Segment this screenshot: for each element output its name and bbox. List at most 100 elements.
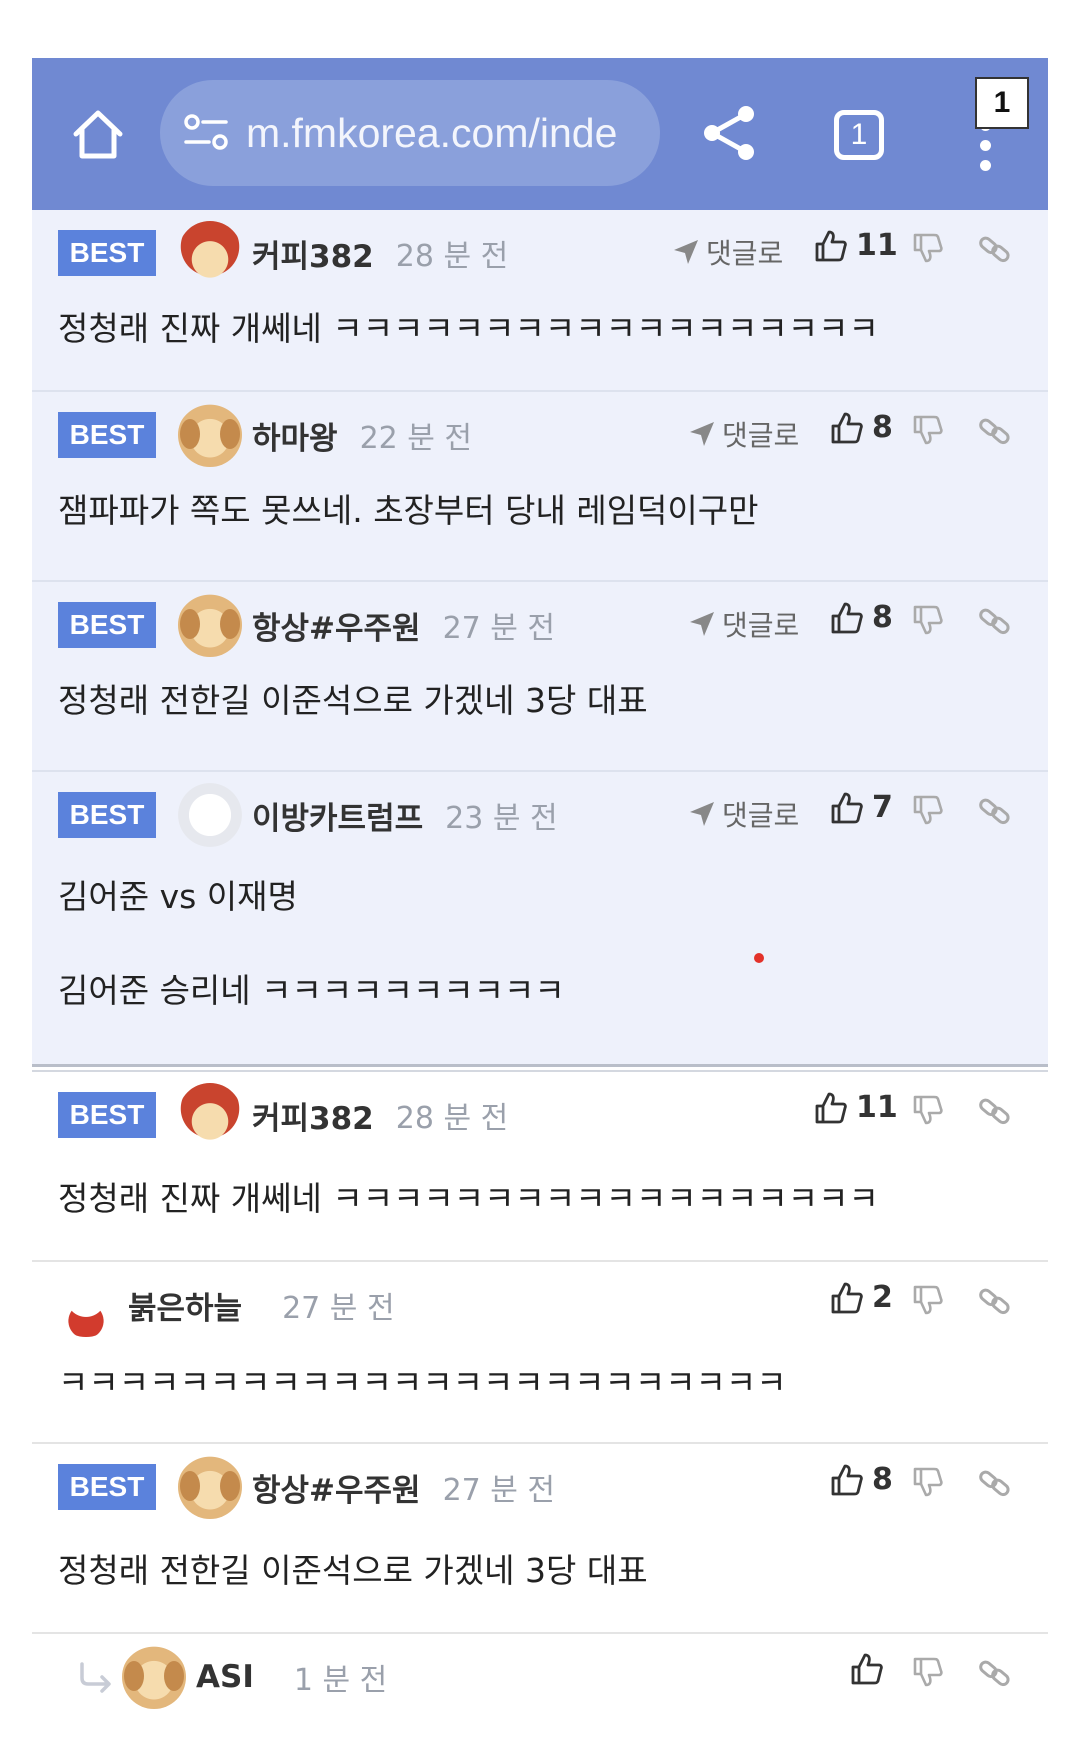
nickname[interactable]: 이방카트럼프 bbox=[252, 793, 423, 838]
reply-button[interactable]: 댓글로 bbox=[688, 414, 799, 454]
like-count: 8 bbox=[872, 1462, 893, 1497]
comment-item: BEST 이방카트럼프 23 분 전 댓글로 7 김어준 vs 이재명 김어준 … bbox=[32, 772, 1048, 1064]
thumbs-up-icon bbox=[815, 230, 847, 261]
thumbs-down-icon[interactable] bbox=[912, 604, 944, 636]
paper-plane-icon bbox=[690, 422, 714, 446]
thumbs-up-icon bbox=[831, 1282, 863, 1313]
nickname[interactable]: 커피382 bbox=[252, 1093, 374, 1138]
thumbs-up-icon bbox=[831, 1464, 863, 1495]
thumbs-up-icon bbox=[831, 602, 863, 633]
best-badge: BEST bbox=[58, 230, 156, 276]
reply-button[interactable]: 댓글로 bbox=[688, 794, 799, 834]
like-count: 2 bbox=[872, 1280, 893, 1315]
best-badge: BEST bbox=[58, 1464, 156, 1510]
thumbs-down-icon[interactable] bbox=[912, 1094, 944, 1126]
comment-item: BEST 커피382 28 분 전 댓글로 11 정청래 진짜 개쎄네 ㅋㅋㅋㅋ… bbox=[32, 210, 1048, 392]
reply-button[interactable]: 댓글로 bbox=[688, 604, 799, 644]
address-bar[interactable]: m.fmkorea.com/inde bbox=[160, 80, 660, 186]
timestamp: 28 분 전 bbox=[395, 1101, 509, 1136]
link-icon[interactable] bbox=[978, 1284, 1012, 1318]
comment-item: BEST 커피382 28 분 전 11 정청래 진짜 개쎄네 ㅋㅋㅋㅋㅋㅋㅋㅋ… bbox=[32, 1072, 1048, 1262]
url-text: m.fmkorea.com/inde bbox=[246, 109, 618, 156]
avatar[interactable] bbox=[178, 783, 242, 847]
timestamp: 27 분 전 bbox=[442, 611, 556, 646]
avatar[interactable] bbox=[122, 1645, 186, 1709]
link-icon[interactable] bbox=[978, 794, 1012, 828]
tabs-button[interactable]: 1 bbox=[834, 110, 884, 160]
link-icon[interactable] bbox=[978, 1094, 1012, 1128]
avatar[interactable] bbox=[178, 1083, 242, 1147]
nickname[interactable]: 하마왕 bbox=[252, 413, 338, 458]
reply-label: 댓글로 bbox=[722, 419, 800, 452]
paper-plane-icon bbox=[674, 240, 698, 264]
timestamp: 28 분 전 bbox=[395, 239, 509, 274]
best-badge: BEST bbox=[58, 1092, 156, 1138]
comment-text: 정청래 전한길 이준석으로 가겠네 3당 대표 bbox=[58, 681, 648, 720]
comment-item: 붉은하늘 27 분 전 2 ㅋㅋㅋㅋㅋㅋㅋㅋㅋㅋㅋㅋㅋㅋㅋㅋㅋㅋㅋㅋㅋㅋㅋㅋ bbox=[32, 1262, 1048, 1444]
browser-toolbar: m.fmkorea.com/inde 1 1 bbox=[32, 58, 1048, 210]
avatar[interactable] bbox=[178, 403, 242, 467]
red-dot-marker bbox=[754, 953, 764, 963]
comment-text: ㅋㅋㅋㅋㅋㅋㅋㅋㅋㅋㅋㅋㅋㅋㅋㅋㅋㅋㅋㅋㅋㅋㅋㅋ bbox=[58, 1363, 787, 1402]
link-icon[interactable] bbox=[978, 1656, 1012, 1690]
avatar[interactable] bbox=[178, 593, 242, 657]
comment-item: BEST 항상#우주원 27 분 전 댓글로 8 정청래 전한길 이준석으로 가… bbox=[32, 582, 1048, 772]
comment-item: BEST 항상#우주원 27 분 전 8 정청래 전한길 이준석으로 가겠네 3… bbox=[32, 1444, 1048, 1634]
comment-text: 정청래 전한길 이준석으로 가겠네 3당 대표 bbox=[58, 1551, 648, 1590]
timestamp: 22 분 전 bbox=[359, 421, 473, 456]
nickname[interactable]: 붉은하늘 bbox=[128, 1283, 242, 1328]
thumbs-down-icon[interactable] bbox=[912, 414, 944, 446]
site-settings-icon[interactable] bbox=[182, 113, 230, 153]
like-button[interactable]: 11 bbox=[814, 228, 898, 263]
like-button[interactable]: 11 bbox=[814, 1090, 898, 1125]
reply-label: 댓글로 bbox=[722, 609, 800, 642]
thumbs-up-icon bbox=[851, 1653, 883, 1685]
reply-label: 댓글로 bbox=[706, 237, 784, 270]
timestamp: 27 분 전 bbox=[442, 1473, 556, 1508]
thumbs-down-icon[interactable] bbox=[912, 232, 944, 264]
timestamp: 23 분 전 bbox=[445, 801, 558, 836]
avatar[interactable] bbox=[178, 1455, 242, 1519]
best-badge: BEST bbox=[58, 412, 156, 458]
comment-text: 김어준 승리네 ㅋㅋㅋㅋㅋㅋㅋㅋㅋㅋ bbox=[58, 971, 565, 1010]
like-button[interactable]: 8 bbox=[830, 600, 893, 635]
avatar[interactable] bbox=[178, 221, 242, 285]
like-count: 7 bbox=[872, 790, 893, 825]
link-icon[interactable] bbox=[978, 1466, 1012, 1500]
comment-text: 잼파파가 쪽도 못쓰네. 초장부터 당내 레임덕이구만 bbox=[58, 491, 759, 530]
like-count: 8 bbox=[872, 600, 893, 635]
corner-number-label: 1 bbox=[975, 77, 1029, 129]
reply-comment-item: ASI 1 분 전 bbox=[32, 1634, 1048, 1737]
link-icon[interactable] bbox=[978, 232, 1012, 266]
paper-plane-icon bbox=[690, 612, 714, 636]
reply-arrow-icon bbox=[80, 1662, 111, 1693]
share-icon[interactable] bbox=[700, 103, 758, 163]
page-frame: m.fmkorea.com/inde 1 1 BEST 커피382 28 분 전… bbox=[32, 58, 1048, 1737]
like-button[interactable] bbox=[850, 1652, 892, 1686]
nickname[interactable]: 항상#우주원 bbox=[252, 603, 421, 648]
avatar[interactable] bbox=[54, 1273, 118, 1337]
comment-text: 정청래 진짜 개쎄네 ㅋㅋㅋㅋㅋㅋㅋㅋㅋㅋㅋㅋㅋㅋㅋㅋㅋㅋ bbox=[58, 1179, 879, 1218]
reply-button[interactable]: 댓글로 bbox=[672, 232, 783, 272]
nickname[interactable]: ASI bbox=[196, 1659, 254, 1695]
comment-item: BEST 하마왕 22 분 전 댓글로 8 잼파파가 쪽도 못쓰네. 초장부터 … bbox=[32, 392, 1048, 582]
like-button[interactable]: 8 bbox=[830, 1462, 893, 1497]
timestamp: 27 분 전 bbox=[282, 1291, 395, 1326]
like-button[interactable]: 7 bbox=[830, 790, 893, 825]
like-count: 11 bbox=[856, 228, 898, 263]
thumbs-down-icon[interactable] bbox=[912, 1656, 944, 1688]
nickname[interactable]: 항상#우주원 bbox=[252, 1465, 421, 1510]
thumbs-up-icon bbox=[831, 792, 863, 823]
like-button[interactable]: 8 bbox=[830, 410, 893, 445]
thumbs-down-icon[interactable] bbox=[912, 1466, 944, 1498]
comment-text: 정청래 진짜 개쎄네 ㅋㅋㅋㅋㅋㅋㅋㅋㅋㅋㅋㅋㅋㅋㅋㅋㅋㅋ bbox=[58, 309, 879, 348]
like-button[interactable]: 2 bbox=[830, 1280, 893, 1315]
best-badge: BEST bbox=[58, 792, 156, 838]
thumbs-down-icon[interactable] bbox=[912, 794, 944, 826]
link-icon[interactable] bbox=[978, 414, 1012, 448]
link-icon[interactable] bbox=[978, 604, 1012, 638]
timestamp: 1 분 전 bbox=[293, 1663, 388, 1698]
nickname[interactable]: 커피382 bbox=[252, 231, 374, 276]
home-icon[interactable] bbox=[70, 106, 126, 162]
thumbs-down-icon[interactable] bbox=[912, 1284, 944, 1316]
